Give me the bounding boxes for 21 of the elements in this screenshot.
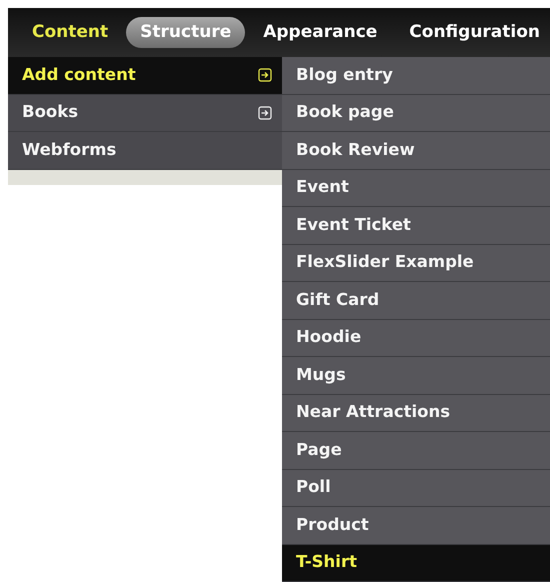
submenu-item[interactable]: Blog entry (282, 57, 550, 94)
submenu-item[interactable]: Page (282, 432, 550, 470)
submenu-item[interactable]: Event Ticket (282, 207, 550, 244)
submenu-item[interactable]: Book Review (282, 132, 550, 170)
submenu-item[interactable]: Book page (282, 94, 550, 132)
submenu-item[interactable]: Near Attractions (282, 394, 550, 432)
toolbar-tab[interactable]: Configuration (395, 16, 550, 48)
submenu-item[interactable]: Mugs (282, 357, 550, 394)
submenu-item[interactable]: Poll (282, 470, 550, 507)
menu-item[interactable]: Webforms (8, 132, 282, 170)
submenu-item[interactable]: Hoodie (282, 320, 550, 357)
submenu-item[interactable]: FlexSlider Example (282, 244, 550, 282)
toolbar-tab[interactable]: Appearance (249, 16, 392, 48)
toolbar-tab[interactable]: Content (18, 16, 122, 48)
toolbar-tab[interactable]: Structure (126, 16, 246, 48)
menu-item[interactable]: Add content (8, 57, 282, 94)
submenu-item[interactable]: T-Shirt (282, 544, 550, 582)
submenu-item[interactable]: Product (282, 507, 550, 544)
submenu-item[interactable]: Event (282, 170, 550, 207)
menu-item[interactable]: Books (8, 94, 282, 132)
submenu-item[interactable]: Gift Card (282, 282, 550, 320)
